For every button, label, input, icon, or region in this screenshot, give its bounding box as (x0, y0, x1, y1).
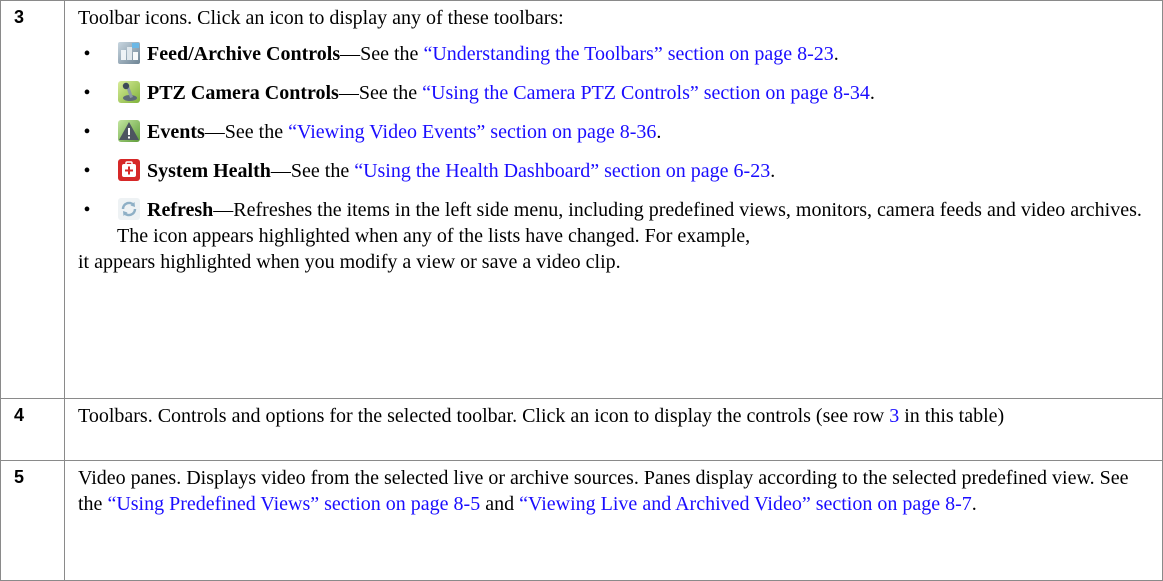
list-item: • System Health—See the “Using the Healt… (78, 158, 1154, 184)
row-number: 3 (0, 0, 65, 400)
item-text: —See the (204, 121, 289, 143)
bullet: • (83, 199, 91, 221)
ptz-joystick-icon (117, 80, 141, 104)
item-text-continued: it appears highlighted when you modify a… (78, 251, 621, 273)
item-punct: . (656, 121, 662, 143)
list-item: • (78, 119, 1154, 145)
feed-archive-icon (117, 41, 141, 65)
toolbar-icon-list: • Feed/Archive Controls—See the “Underst… (78, 41, 1154, 275)
row-text-after: . (971, 492, 977, 515)
section-link[interactable]: “Using the Health Dashboard” section on … (354, 160, 770, 182)
list-item: • (78, 80, 1154, 106)
item-punct: . (869, 82, 875, 104)
row-description: Toolbar icons. Click an icon to display … (64, 0, 1163, 400)
bullet: • (83, 121, 91, 143)
row-intro: Toolbar icons. Click an icon to display … (78, 7, 564, 29)
row-text-mid: and (480, 492, 520, 515)
item-text: —See the (270, 160, 355, 182)
bullet: • (83, 160, 91, 182)
table-row: 5 Video panes. Displays video from the s… (0, 459, 1163, 581)
bullet: • (83, 43, 91, 65)
section-link[interactable]: “Using the Camera PTZ Controls” section … (422, 82, 870, 104)
refresh-icon (117, 197, 141, 221)
health-kit-icon (117, 158, 141, 182)
row-description: Toolbars. Controls and options for the s… (64, 398, 1163, 461)
item-title: Events (147, 121, 205, 143)
row-description: Video panes. Displays video from the sel… (64, 459, 1163, 581)
section-link[interactable]: “Viewing Video Events” section on page 8… (288, 121, 656, 143)
warning-icon (117, 119, 141, 143)
item-punct: . (833, 43, 839, 65)
item-title: Refresh (147, 199, 214, 221)
row-link[interactable]: 3 (889, 405, 899, 427)
section-link[interactable]: “Viewing Live and Archived Video” sectio… (519, 493, 972, 515)
item-text: —Refreshes the items in the left side me… (117, 199, 1142, 247)
item-text: —See the (340, 43, 424, 65)
item-title: System Health (147, 160, 271, 182)
row-number: 5 (0, 459, 65, 581)
description-table: 3 Toolbar icons. Click an icon to displa… (0, 0, 1163, 581)
section-link[interactable]: “Using Predefined Views” section on page… (107, 493, 480, 515)
item-text: —See the (338, 82, 423, 104)
section-link[interactable]: “Understanding the Toolbars” section on … (423, 43, 833, 65)
item-punct: . (770, 160, 776, 182)
row-text: Toolbars. Controls and options for the s… (78, 405, 890, 428)
item-title: PTZ Camera Controls (147, 82, 339, 104)
bullet: • (83, 82, 91, 104)
row-number: 4 (0, 398, 65, 461)
row-text-after: in this table) (899, 405, 1005, 428)
item-title: Feed/Archive Controls (147, 43, 341, 65)
list-item: • (78, 41, 1154, 67)
list-item: • Refresh—Refreshes the items in the lef… (78, 197, 1154, 275)
table-row: 4 Toolbars. Controls and options for the… (0, 398, 1163, 461)
table-row: 3 Toolbar icons. Click an icon to displa… (0, 0, 1163, 400)
